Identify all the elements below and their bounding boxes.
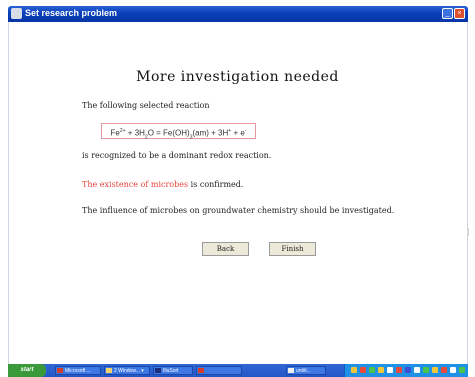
influence-text: The influence of microbes on groundwater… <box>82 206 395 215</box>
close-button[interactable]: × <box>454 8 465 19</box>
taskbar-item-label: Microsoft ... <box>65 368 91 374</box>
start-button[interactable]: start <box>8 364 46 377</box>
document-icon <box>288 368 294 373</box>
taskbar-item-label: 2 Window... ▾ <box>114 368 144 374</box>
tray-icon[interactable] <box>387 367 393 373</box>
taskbar-item[interactable]: Microsoft ... <box>55 366 101 375</box>
tray-icon[interactable] <box>441 367 447 373</box>
tray-icon[interactable] <box>378 367 384 373</box>
intro-text: The following selected reaction <box>82 101 210 110</box>
eq-charge: - <box>244 128 247 134</box>
taskbar-item[interactable]: 2 Window... ▾ <box>104 366 150 375</box>
tray-icon[interactable] <box>351 367 357 373</box>
folder-icon <box>106 368 112 373</box>
tray-icon[interactable] <box>396 367 402 373</box>
tray-icon[interactable] <box>369 367 375 373</box>
taskbar-item-label: untitl... <box>296 368 311 374</box>
window-title: Set research problem <box>25 8 118 18</box>
minimize-button[interactable]: _ <box>442 8 453 19</box>
eq-part: Fe <box>110 128 120 138</box>
taskbar-item[interactable]: IlluSort <box>153 366 193 375</box>
office-icon <box>57 368 63 373</box>
tray-icon[interactable] <box>459 367 465 373</box>
eq-part: + e <box>231 128 245 138</box>
app-icon <box>155 368 161 373</box>
system-tray <box>344 364 468 377</box>
scrollbar[interactable] <box>467 228 469 236</box>
tray-icon[interactable] <box>450 367 456 373</box>
reaction-equation: Fe2+ + 3H2O = Fe(OH)3(am) + 3H+ + e- <box>101 123 256 140</box>
finish-button[interactable]: Finish <box>269 242 316 256</box>
microbes-line: The existence of microbes is confirmed. <box>82 180 243 189</box>
tray-icon[interactable] <box>360 367 366 373</box>
taskbar-item[interactable]: untitl... <box>286 366 326 375</box>
window-titlebar[interactable]: Set research problem _ × <box>8 6 468 22</box>
taskbar-item[interactable] <box>196 366 242 375</box>
eq-part: O = Fe(OH) <box>147 128 190 138</box>
back-button[interactable]: Back <box>202 242 249 256</box>
eq-part: + 3H <box>125 128 145 138</box>
app-icon <box>11 8 22 19</box>
taskbar: start Microsoft ... 2 Window... ▾ IlluSo… <box>8 364 468 377</box>
eq-part: (am) + 3H <box>192 128 229 138</box>
microbes-highlight: The existence of microbes <box>82 180 189 189</box>
presentation-icon <box>198 368 204 373</box>
recognized-text: is recognized to be a dominant redox rea… <box>82 151 272 160</box>
tray-icon[interactable] <box>423 367 429 373</box>
page-title: More investigation needed <box>136 69 339 85</box>
microbes-rest: is confirmed. <box>188 180 244 189</box>
tray-icon[interactable] <box>414 367 420 373</box>
tray-icon[interactable] <box>405 367 411 373</box>
taskbar-item-label: IlluSort <box>163 368 179 374</box>
tray-icon[interactable] <box>432 367 438 373</box>
